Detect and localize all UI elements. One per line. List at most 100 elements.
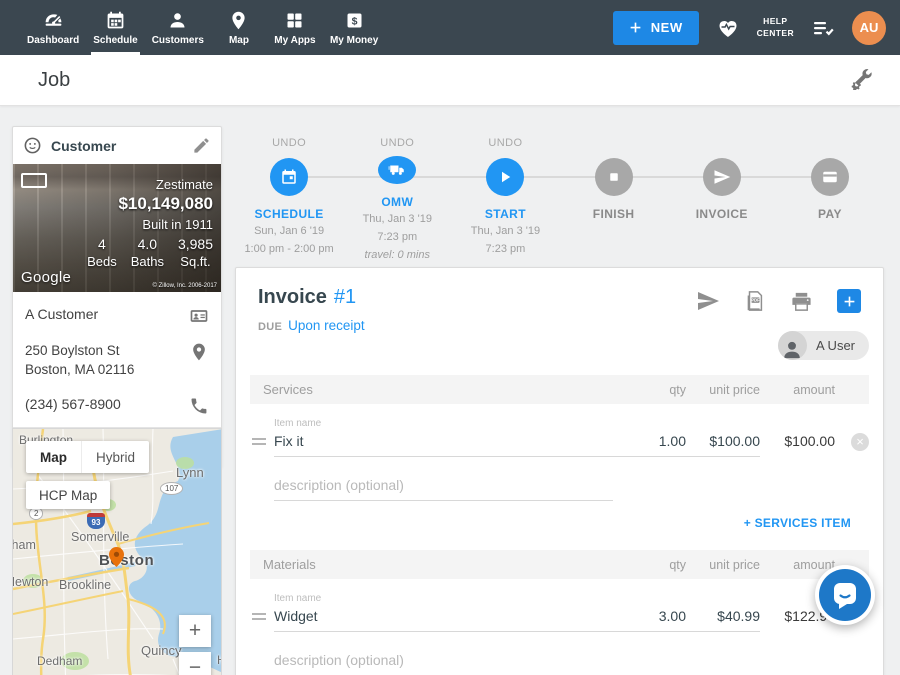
- assignee-chip[interactable]: A User: [778, 331, 869, 360]
- activity-feed-button[interactable]: [811, 16, 835, 40]
- customer-phone: (234) 567-8900: [25, 396, 121, 412]
- plus-icon: [629, 21, 642, 34]
- print-button[interactable]: [790, 290, 813, 313]
- step-finish-button[interactable]: [595, 158, 633, 196]
- qty-column-header: qty: [613, 383, 686, 397]
- material-line-item: Item name $122.97: [250, 579, 869, 675]
- nav-label: Map: [229, 35, 249, 46]
- nav-right-cluster: NEW HELP CENTER AU: [613, 11, 900, 45]
- nav-map[interactable]: Map: [211, 0, 267, 55]
- pdf-button[interactable]: PDF: [744, 290, 766, 312]
- send-invoice-button[interactable]: [696, 289, 720, 313]
- list-check-icon: [811, 16, 835, 40]
- svg-text:PDF: PDF: [751, 298, 760, 303]
- step-start-button[interactable]: [486, 158, 524, 196]
- service-qty-input[interactable]: [613, 429, 686, 457]
- user-avatar[interactable]: AU: [852, 11, 886, 45]
- map-type-hybrid-button[interactable]: Hybrid: [81, 441, 149, 473]
- step-date: Sun, Jan 6 '19: [254, 224, 324, 239]
- step-invoice-button[interactable]: [703, 158, 741, 196]
- health-heart-button[interactable]: [716, 16, 740, 40]
- step-pay-button[interactable]: [811, 158, 849, 196]
- play-icon: [496, 168, 514, 186]
- map-label-lynn: Lynn: [176, 465, 204, 480]
- qty-column-header: qty: [613, 558, 686, 572]
- chat-launcher-button[interactable]: [815, 565, 875, 625]
- phone-icon[interactable]: [189, 396, 209, 416]
- service-unit-price-input[interactable]: [686, 429, 760, 457]
- drag-handle[interactable]: [252, 613, 274, 620]
- location-pin-icon[interactable]: [189, 342, 209, 362]
- invoice-number: #1: [334, 286, 356, 309]
- assignee-name: A User: [807, 338, 869, 353]
- step-omw-button[interactable]: [378, 156, 416, 184]
- amount-column-header: amount: [760, 383, 835, 397]
- map-type-map-button[interactable]: Map: [26, 441, 81, 473]
- baths-value: 4.0: [131, 236, 164, 252]
- map-label-quincy: Quincy: [141, 643, 181, 658]
- nav-dashboard[interactable]: Dashboard: [20, 0, 86, 55]
- property-photo[interactable]: Zestimate $10,149,080 Built in 1911 4Bed…: [13, 164, 221, 292]
- step-label: FINISH: [593, 207, 635, 221]
- material-description-input[interactable]: [274, 648, 613, 675]
- step-schedule-button[interactable]: [270, 158, 308, 196]
- nav-my-apps[interactable]: My Apps: [267, 0, 323, 55]
- zestimate-label: Zestimate: [87, 177, 213, 192]
- material-item-name-input[interactable]: [274, 604, 613, 632]
- heart-pulse-icon: [716, 16, 740, 40]
- due-label: DUE: [258, 321, 282, 333]
- item-name-label: Item name: [274, 579, 613, 604]
- new-button[interactable]: NEW: [613, 11, 699, 45]
- service-description-input[interactable]: [274, 473, 613, 501]
- unit-price-column-header: unit price: [686, 383, 760, 397]
- nav-my-money[interactable]: $ My Money: [323, 0, 385, 55]
- drag-handle[interactable]: [252, 438, 274, 445]
- remove-service-item-button[interactable]: ×: [851, 433, 869, 451]
- unit-price-column-header: unit price: [686, 558, 760, 572]
- material-qty-input[interactable]: [613, 604, 686, 632]
- i93-shield: 93: [87, 513, 105, 529]
- nav-customers[interactable]: Customers: [145, 0, 211, 55]
- step-schedule: UNDO SCHEDULE Sun, Jan 6 '19 1:00 pm - 2…: [235, 133, 343, 263]
- calendar-icon: [105, 10, 126, 31]
- step-pay: PAY: [776, 133, 884, 263]
- due-terms-link[interactable]: Upon receipt: [288, 318, 365, 333]
- step-time: 7:23 pm: [486, 242, 526, 257]
- built-year: Built in 1911: [87, 217, 213, 232]
- undo-start-link[interactable]: UNDO: [488, 137, 522, 151]
- nav-schedule[interactable]: Schedule: [86, 0, 144, 55]
- undo-omw-link[interactable]: UNDO: [380, 137, 414, 149]
- material-unit-price-input[interactable]: [686, 604, 760, 632]
- edit-pencil-icon[interactable]: [192, 136, 211, 155]
- street-view-icon[interactable]: [21, 173, 47, 188]
- hcp-map-button[interactable]: HCP Map: [26, 481, 110, 509]
- customer-name: A Customer: [25, 306, 98, 322]
- add-invoice-button[interactable]: [837, 289, 861, 313]
- step-time: 7:23 pm: [377, 230, 417, 245]
- nav-label: My Apps: [274, 35, 315, 46]
- baths-label: Baths: [131, 254, 164, 269]
- step-label: INVOICE: [696, 207, 748, 221]
- help-center-line1: HELP: [757, 16, 794, 27]
- step-date: Thu, Jan 3 '19: [471, 224, 540, 239]
- calendar-icon: [280, 168, 298, 186]
- undo-schedule-link[interactable]: UNDO: [272, 137, 306, 151]
- customer-face-icon: [23, 136, 42, 155]
- customer-card-title: Customer: [51, 138, 183, 154]
- map-type-toggle: Map Hybrid: [26, 441, 149, 473]
- service-line-item: Item name $100.00 ×: [250, 404, 869, 501]
- services-section-title: Services: [250, 382, 613, 397]
- contact-card-icon[interactable]: [189, 306, 209, 326]
- map-zoom-out-button[interactable]: −: [179, 652, 211, 675]
- map-widget[interactable]: Burlington Lynn Somerville Waltham Bosto…: [12, 428, 222, 675]
- nav-label: Dashboard: [27, 35, 79, 46]
- item-name-label: Item name: [274, 404, 613, 429]
- service-item-name-input[interactable]: [274, 429, 613, 457]
- send-icon: [713, 168, 731, 186]
- job-settings-button[interactable]: [850, 66, 874, 95]
- nav-label: Schedule: [93, 35, 137, 46]
- map-label-hingham: Hingham: [217, 653, 222, 667]
- help-center-button[interactable]: HELP CENTER: [757, 16, 794, 39]
- map-zoom-in-button[interactable]: +: [179, 615, 211, 647]
- add-services-item-link[interactable]: + SERVICES ITEM: [236, 516, 851, 530]
